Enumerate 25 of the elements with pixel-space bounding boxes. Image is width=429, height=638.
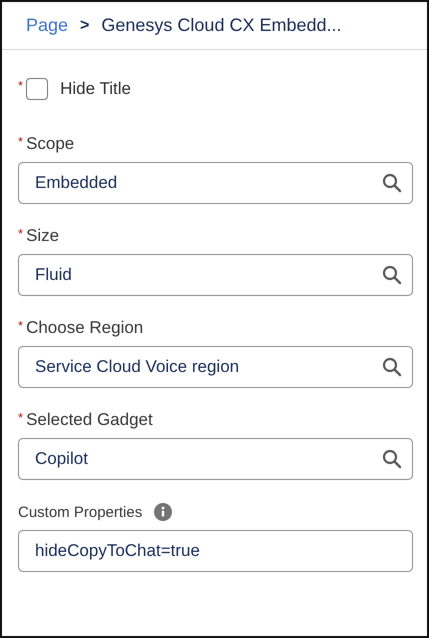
search-icon [382,265,402,285]
required-mark: * [18,226,24,241]
lookup-field[interactable]: Service Cloud Voice region [18,346,413,388]
required-mark: * [18,410,24,425]
search-icon [382,357,402,377]
field-label: Scope [26,134,74,154]
search-icon [382,449,402,469]
field-label: Size [26,226,60,246]
breadcrumb-link[interactable]: Page [26,15,68,36]
checkbox-label: Hide Title [60,79,131,99]
search-icon [382,173,402,193]
lookup-field[interactable]: Embedded [18,162,413,204]
breadcrumb-current: Genesys Cloud CX Embedd... [101,15,342,36]
field-label: Choose Region [26,318,144,338]
required-mark: * [18,134,24,149]
lookup-field[interactable]: Copilot [18,438,413,480]
breadcrumb-separator: > [80,16,90,34]
checkbox[interactable] [26,78,48,100]
required-mark: * [18,318,24,333]
field-label: Selected Gadget [26,410,153,430]
required-mark: * [18,78,24,93]
lookup-field[interactable]: Fluid [18,254,413,296]
field-label: Custom Properties [18,504,142,520]
input-field[interactable]: hideCopyToChat=true [18,530,413,572]
info-icon[interactable] [154,503,172,521]
